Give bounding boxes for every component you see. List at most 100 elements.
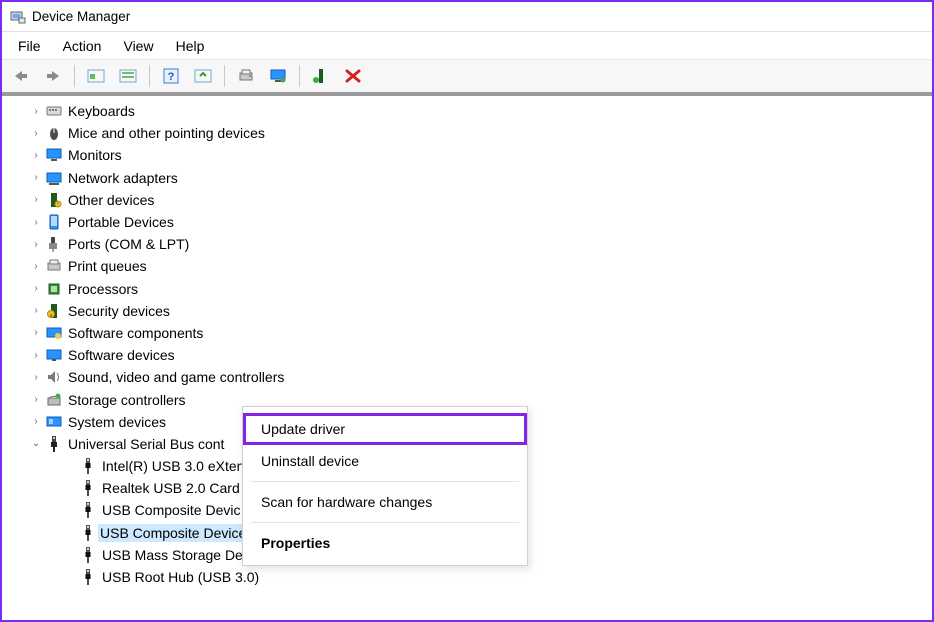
chevron-right-icon[interactable]: › — [28, 372, 44, 383]
show-hide-button[interactable] — [81, 63, 111, 89]
toolbar-sep — [299, 65, 300, 87]
svg-text:!: ! — [57, 202, 58, 208]
menu-action[interactable]: Action — [53, 34, 112, 58]
tree-item-label: Realtek USB 2.0 Card — [98, 480, 240, 496]
chevron-right-icon[interactable]: › — [28, 327, 44, 338]
context-menu-item-properties[interactable]: Properties — [243, 527, 527, 559]
tree-item-security-devices[interactable]: › Security devices — [2, 300, 932, 322]
menu-help[interactable]: Help — [166, 34, 215, 58]
tree-item-label: Intel(R) USB 3.0 eXten — [98, 458, 244, 474]
tree-item-label: Sound, video and game controllers — [64, 369, 284, 385]
chevron-right-icon[interactable]: › — [28, 350, 44, 361]
chevron-down-icon[interactable]: ⌄ — [28, 438, 44, 449]
context-menu-item-uninstall-device[interactable]: Uninstall device — [243, 445, 527, 477]
chevron-right-icon[interactable]: › — [28, 172, 44, 183]
tree-item-label: Storage controllers — [64, 392, 186, 408]
chevron-right-icon[interactable]: › — [28, 416, 44, 427]
enable-button[interactable] — [306, 63, 336, 89]
security-icon — [44, 303, 64, 319]
tree-item-label: Ports (COM & LPT) — [64, 236, 189, 252]
tree-item-mice[interactable]: › Mice and other pointing devices — [2, 122, 932, 144]
update-button[interactable] — [188, 63, 218, 89]
app-icon — [10, 9, 26, 25]
tree-item-label: Portable Devices — [64, 214, 174, 230]
toolbar-sep — [74, 65, 75, 87]
tree-item-keyboards[interactable]: › Keyboards — [2, 100, 932, 122]
tree-item-label: Other devices — [64, 192, 154, 208]
cpu-icon — [44, 281, 64, 297]
print-button[interactable] — [231, 63, 261, 89]
mouse-icon — [44, 125, 64, 141]
context-menu-item-update-driver[interactable]: Update driver — [243, 413, 527, 445]
tree-item-label: Network adapters — [64, 170, 178, 186]
toolbar-sep — [149, 65, 150, 87]
chevron-right-icon[interactable]: › — [28, 305, 44, 316]
context-menu-separator — [251, 481, 519, 482]
usb-icon — [78, 480, 98, 496]
chevron-right-icon[interactable]: › — [28, 128, 44, 139]
menubar: File Action View Help — [2, 32, 932, 60]
context-menu-separator — [251, 522, 519, 523]
usb-icon — [78, 502, 98, 518]
tree-item-monitors[interactable]: › Monitors — [2, 144, 932, 166]
tree-item-sound[interactable]: › Sound, video and game controllers — [2, 366, 932, 388]
tree-item-label: Print queues — [64, 258, 147, 274]
tree-item-label: Mice and other pointing devices — [64, 125, 265, 141]
monitor-button[interactable] — [263, 63, 293, 89]
ports-icon — [44, 236, 64, 252]
tree-item-print-queues[interactable]: › Print queues — [2, 255, 932, 277]
tree-item-other-devices[interactable]: ›! Other devices — [2, 189, 932, 211]
chevron-right-icon[interactable]: › — [28, 261, 44, 272]
context-menu: Update driverUninstall device Scan for ha… — [242, 406, 528, 566]
usb-icon — [78, 458, 98, 474]
usb-icon — [78, 525, 98, 541]
toolbar: ? — [2, 60, 932, 96]
tree-item-label: Security devices — [64, 303, 170, 319]
tree-item-label: Universal Serial Bus cont — [64, 436, 224, 452]
tree-item-software-devices[interactable]: › Software devices — [2, 344, 932, 366]
titlebar: Device Manager — [2, 2, 932, 32]
usb-icon — [78, 569, 98, 585]
toolbar-sep — [224, 65, 225, 87]
chevron-right-icon[interactable]: › — [28, 106, 44, 117]
chevron-right-icon[interactable]: › — [28, 217, 44, 228]
context-menu-item-scan-for-hardware-changes[interactable]: Scan for hardware changes — [243, 486, 527, 518]
tree-item-network-adapters[interactable]: › Network adapters — [2, 167, 932, 189]
svg-text:?: ? — [168, 71, 175, 83]
tree-item-label: Keyboards — [64, 103, 135, 119]
tree-item-label: System devices — [64, 414, 166, 430]
remove-button[interactable] — [338, 63, 368, 89]
forward-button[interactable] — [38, 63, 68, 89]
portable-icon — [44, 214, 64, 230]
tree-item-label: USB Composite Device — [98, 524, 248, 542]
menu-file[interactable]: File — [8, 34, 51, 58]
action-button[interactable] — [113, 63, 143, 89]
usb-root-icon — [44, 436, 64, 452]
tree-item-portable-devices[interactable]: › Portable Devices — [2, 211, 932, 233]
tree-item-label: Monitors — [64, 147, 122, 163]
tree-item-label: USB Composite Devic — [98, 502, 241, 518]
other-icon: ! — [44, 192, 64, 208]
tree-item-label: Processors — [64, 281, 138, 297]
chevron-right-icon[interactable]: › — [28, 239, 44, 250]
menu-view[interactable]: View — [113, 34, 163, 58]
chevron-right-icon[interactable]: › — [28, 194, 44, 205]
sound-icon — [44, 369, 64, 385]
chevron-right-icon[interactable]: › — [28, 394, 44, 405]
tree-item-usb-roothub[interactable]: USB Root Hub (USB 3.0) — [2, 566, 932, 588]
chevron-right-icon[interactable]: › — [28, 150, 44, 161]
printer-icon — [44, 258, 64, 274]
monitor-icon — [44, 147, 64, 163]
help-button[interactable]: ? — [156, 63, 186, 89]
usb-icon — [78, 547, 98, 563]
tree-item-label: Software devices — [64, 347, 175, 363]
chevron-right-icon[interactable]: › — [28, 283, 44, 294]
tree-item-label: USB Root Hub (USB 3.0) — [98, 569, 259, 585]
network-icon — [44, 170, 64, 186]
softcomp-icon — [44, 325, 64, 341]
tree-item-ports[interactable]: › Ports (COM & LPT) — [2, 233, 932, 255]
app-title: Device Manager — [32, 9, 130, 24]
back-button[interactable] — [6, 63, 36, 89]
tree-item-software-components[interactable]: ›Software components — [2, 322, 932, 344]
tree-item-processors[interactable]: › Processors — [2, 278, 932, 300]
